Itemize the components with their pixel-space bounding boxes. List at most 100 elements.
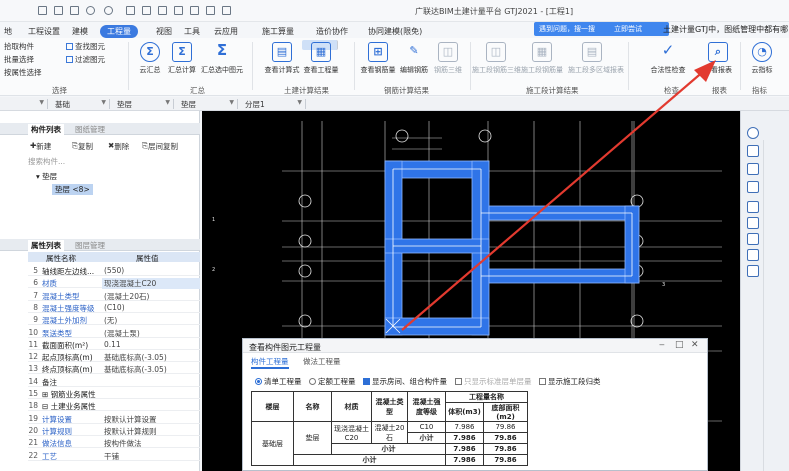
property-row[interactable]: 21 做法信息 按构件做法 xyxy=(28,436,200,449)
construction-rebar-qty-button[interactable]: ▦ 施工段钢筋量 xyxy=(521,40,563,76)
rebar-3d-button[interactable]: ◫ 钢筋三维 xyxy=(430,40,466,76)
cube-view-icon[interactable] xyxy=(747,145,759,157)
property-row[interactable]: 13 终点顶标高(m) 基础底标高(-3.05) xyxy=(28,362,200,375)
property-row[interactable]: 20 计算规则 按默认计算规则 xyxy=(28,424,200,436)
tab-property-list[interactable]: 属性列表 xyxy=(28,240,64,251)
save-icon[interactable] xyxy=(70,6,79,15)
property-row[interactable]: 6 材质 现浇混凝土C20 xyxy=(28,276,200,290)
select-group-label: 选择 xyxy=(52,86,67,95)
component-select[interactable]: 垫层 ▼ xyxy=(178,99,238,109)
tab-component-quantity[interactable]: 构件工程量 xyxy=(251,356,289,369)
property-row[interactable]: 22 工艺 干铺 xyxy=(28,449,200,461)
property-value[interactable]: 干铺 xyxy=(104,451,119,462)
frame-select-icon[interactable] xyxy=(747,233,759,245)
construction-rebar-3d-button[interactable]: ◫ 施工段钢筋三维 xyxy=(472,40,521,76)
select-by-property-button[interactable]: 按属性选择 xyxy=(4,67,42,78)
summary-selected-button[interactable]: Σ 汇总选中图元 xyxy=(201,40,243,76)
pick-component-button[interactable]: 拾取构件 xyxy=(4,41,34,52)
cloud-index-button[interactable]: ◔ 云指标 xyxy=(744,40,780,76)
box-tool-icon[interactable] xyxy=(747,181,759,193)
layer-select[interactable]: 分层1 ▼ xyxy=(242,99,306,109)
bill-quantity-radio[interactable]: 清单工程量 xyxy=(255,376,302,387)
settings-icon[interactable] xyxy=(222,6,231,15)
summary-calc-button[interactable]: Σ 汇总计算 xyxy=(164,40,200,76)
new-component-button[interactable]: ✚ 新建 xyxy=(30,141,51,151)
view-formula-button[interactable]: ▤ 查看计算式 xyxy=(264,40,300,76)
property-row[interactable]: 15 ⊞ 钢筋业务属性 xyxy=(28,387,200,399)
panel-icon[interactable] xyxy=(190,6,199,15)
tab-modeling[interactable]: 建模 xyxy=(72,25,88,38)
property-row[interactable]: 18 ⊟ 土建业务属性 xyxy=(28,399,200,412)
close-icon[interactable]: ✕ xyxy=(691,340,699,350)
property-row[interactable]: 11 截面面积(m²) 0.11 xyxy=(28,338,200,350)
quota-quantity-radio[interactable]: 定额工程量 xyxy=(309,376,356,387)
validity-check-button[interactable]: ✓ 合法性检查 xyxy=(650,40,686,76)
show-construction-section-checkbox[interactable]: 显示施工段归类 xyxy=(539,376,601,387)
tab-quantity[interactable]: 工程量 xyxy=(100,25,138,38)
print-icon[interactable] xyxy=(158,6,167,15)
construction-report-button[interactable]: ▤ 施工段多区域报表 xyxy=(568,40,624,76)
open-file-icon[interactable] xyxy=(54,6,63,15)
property-row[interactable]: 19 计算设置 按默认计算设置 xyxy=(28,412,200,424)
property-row[interactable]: 10 泵送类型 (混凝土泵) xyxy=(28,326,200,338)
property-row[interactable]: 7 混凝土类型 (混凝土20石) xyxy=(28,289,200,301)
batch-select-button[interactable]: 批量选择 xyxy=(4,54,34,65)
view-quantity-button[interactable]: ▦ 查看工程量 xyxy=(302,40,339,74)
tab-method-quantity[interactable]: 做法工程量 xyxy=(303,356,341,367)
floor-select[interactable]: 基础 ▼ xyxy=(52,99,110,109)
ellipse-tool-icon[interactable] xyxy=(747,127,759,139)
export-icon[interactable] xyxy=(206,6,215,15)
pan-tool-icon[interactable] xyxy=(747,217,759,229)
tab-collaborative-modeling[interactable]: 协同建模(限免) xyxy=(368,25,422,38)
right-scrollbar[interactable] xyxy=(763,140,773,471)
show-room-combo-checkbox[interactable]: 显示房间、组合构件量 xyxy=(363,376,447,387)
tab-home[interactable]: 地 xyxy=(4,25,12,38)
property-value[interactable]: 0.11 xyxy=(104,340,121,349)
snapshot-icon[interactable] xyxy=(747,265,759,277)
minimize-icon[interactable]: ‒ xyxy=(659,340,665,350)
property-value[interactable]: (C10) xyxy=(104,303,125,312)
construction-3d-icon: ◫ xyxy=(486,42,506,62)
tab-tools[interactable]: 工具 xyxy=(184,25,200,38)
tab-drawing-management[interactable]: 图纸管理 xyxy=(72,124,108,135)
tab-view[interactable]: 视图 xyxy=(156,25,172,38)
report-group-label: 报表 xyxy=(712,86,727,95)
undo-icon[interactable] xyxy=(86,6,95,15)
property-row[interactable]: 12 起点顶标高(m) 基础底标高(-3.05) xyxy=(28,350,200,363)
layer-view-icon[interactable] xyxy=(747,163,759,175)
zoom-fit-icon[interactable] xyxy=(747,201,759,213)
table-icon[interactable] xyxy=(174,6,183,15)
standard-floor-only-checkbox[interactable]: 只显示标准层单层量 xyxy=(455,376,532,387)
project-select[interactable]: ▼ xyxy=(2,99,48,109)
rotate-view-icon[interactable] xyxy=(747,249,759,261)
category-select[interactable]: 垫层 ▼ xyxy=(114,99,174,109)
tab-cloud[interactable]: 云应用 xyxy=(214,25,238,38)
find-element-button[interactable]: 查找图元 xyxy=(66,41,105,52)
property-row[interactable]: 5 轴线距左边线... (550) xyxy=(28,264,200,276)
filter-element-button[interactable]: 过滤图元 xyxy=(66,54,105,65)
property-row-number: 19 xyxy=(28,413,38,423)
property-row[interactable]: 14 备注 xyxy=(28,375,200,387)
try-now-button[interactable]: 立即尝试 xyxy=(614,24,642,34)
component-search-input[interactable]: 搜索构件... xyxy=(28,156,65,167)
layout-icon[interactable] xyxy=(142,6,151,15)
sigma-icon: Σ xyxy=(172,42,192,62)
help-banner[interactable]: 土建计量GTJ中，图纸管理中都有哪 xyxy=(663,24,788,35)
tab-component-list[interactable]: 构件列表 xyxy=(28,124,64,135)
maximize-icon[interactable]: □ xyxy=(675,340,684,350)
tree-category-cushion[interactable]: ▾ 垫层 xyxy=(36,171,57,182)
copy-component-button[interactable]: ⎘ 复制 xyxy=(72,141,93,151)
tab-project-settings[interactable]: 工程设置 xyxy=(28,25,60,38)
property-row[interactable]: 9 混凝土外加剂 (无) xyxy=(28,313,200,326)
redo-icon[interactable] xyxy=(104,6,113,15)
tab-cost-collaboration[interactable]: 造价协作 xyxy=(316,25,348,38)
property-value[interactable]: (550) xyxy=(104,266,124,275)
grid-icon[interactable] xyxy=(126,6,135,15)
property-row[interactable]: 8 混凝土强度等级 (C10) xyxy=(28,301,200,313)
copy-between-floors-button[interactable]: ⎘ 层间复制 xyxy=(142,141,178,151)
tab-construction-quantity[interactable]: 施工算量 xyxy=(262,25,294,38)
tree-item-cushion[interactable]: 垫层 <8> xyxy=(52,184,93,195)
view-report-button[interactable]: ⌕ 查看报表 xyxy=(700,40,736,76)
delete-component-button[interactable]: ✖ 删除 xyxy=(108,141,129,151)
tab-layer-management[interactable]: 图层管理 xyxy=(72,240,108,251)
